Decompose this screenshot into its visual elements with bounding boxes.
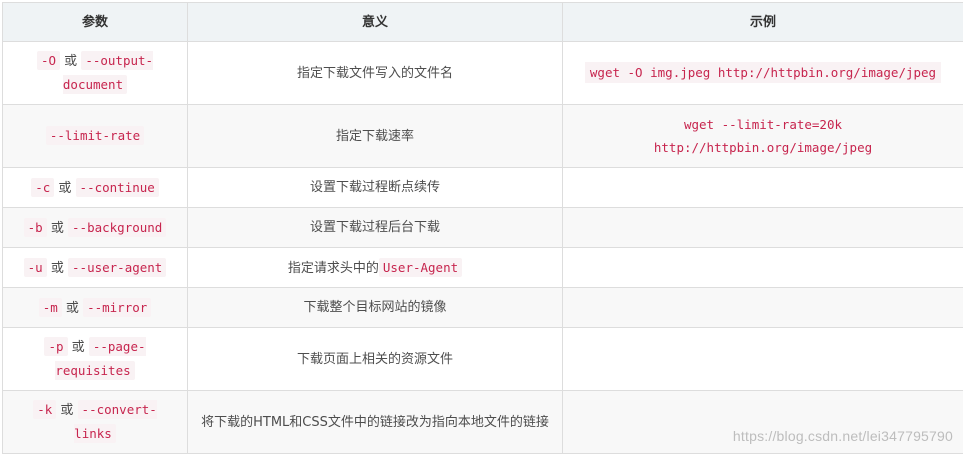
meaning-text: 将下载的HTML和CSS文件中的链接改为指向本地文件的链接 — [201, 411, 549, 434]
example-cell: wget -O img.jpeg http://httpbin.org/imag… — [563, 42, 963, 105]
example-cell — [563, 288, 963, 328]
param-joiner: 或 — [66, 301, 79, 316]
header-param: 参数 — [3, 3, 188, 42]
meaning-code: User-Agent — [379, 258, 462, 277]
param-cell: -k 或 --convert-links — [3, 391, 188, 454]
table-row: -m 或 --mirror 下载整个目标网站的镜像 — [3, 288, 963, 328]
example-cell — [563, 168, 963, 208]
meaning-cell: 下载整个目标网站的镜像 — [188, 288, 563, 328]
table-row: --limit-rate 指定下载速率 wget --limit-rate=20… — [3, 105, 963, 168]
meaning-cell: 设置下载过程后台下载 — [188, 208, 563, 248]
param-joiner: 或 — [51, 221, 64, 236]
param-long: --mirror — [83, 298, 151, 317]
table-row: -O 或 --output-document 指定下载文件写入的文件名 wget… — [3, 42, 963, 105]
param-joiner: 或 — [51, 261, 64, 276]
meaning-cell: 指定下载速率 — [188, 105, 563, 168]
param-short: -O — [37, 51, 60, 70]
param-short: -c — [31, 178, 54, 197]
param-cell: -m 或 --mirror — [3, 288, 188, 328]
param-cell: -c 或 --continue — [3, 168, 188, 208]
param-long: --background — [68, 218, 166, 237]
meaning-cell: 下载页面上相关的资源文件 — [188, 328, 563, 391]
wget-options-table: 参数 意义 示例 -O 或 --output-document 指定下载文件写入… — [2, 2, 963, 454]
param-cell: --limit-rate — [3, 105, 188, 168]
param-long: --user-agent — [68, 258, 166, 277]
example-code: wget --limit-rate=20k http://httpbin.org… — [643, 113, 883, 159]
param-short: -b — [24, 218, 47, 237]
param-long: --continue — [76, 178, 159, 197]
example-cell — [563, 328, 963, 391]
table-row: -k 或 --convert-links 将下载的HTML和CSS文件中的链接改… — [3, 391, 963, 454]
example-cell — [563, 208, 963, 248]
meaning-cell: 指定请求头中的User-Agent — [188, 248, 563, 288]
table-row: -p 或 --page-requisites 下载页面上相关的资源文件 — [3, 328, 963, 391]
table-row: -c 或 --continue 设置下载过程断点续传 — [3, 168, 963, 208]
param-cell: -u 或 --user-agent — [3, 248, 188, 288]
header-row: 参数 意义 示例 — [3, 3, 963, 42]
meaning-cell: 设置下载过程断点续传 — [188, 168, 563, 208]
param-cell: -p 或 --page-requisites — [3, 328, 188, 391]
param-long: --output-document — [63, 51, 153, 94]
meaning-cell: 指定下载文件写入的文件名 — [188, 42, 563, 105]
header-meaning: 意义 — [188, 3, 563, 42]
param-cell: -O 或 --output-document — [3, 42, 188, 105]
example-cell — [563, 391, 963, 454]
table-row: -u 或 --user-agent 指定请求头中的User-Agent — [3, 248, 963, 288]
param-joiner: 或 — [72, 340, 85, 355]
param-joiner: 或 — [60, 403, 73, 418]
param-short: -m — [39, 298, 62, 317]
watermark: https://blog.csdn.net/lei347795790 — [733, 428, 953, 444]
example-cell — [563, 248, 963, 288]
param-short: -p — [44, 337, 67, 356]
param-long: --limit-rate — [46, 126, 144, 145]
table-row: -b 或 --background 设置下载过程后台下载 — [3, 208, 963, 248]
example-code: wget -O img.jpeg http://httpbin.org/imag… — [585, 62, 941, 83]
param-joiner: 或 — [58, 181, 71, 196]
param-short: -u — [24, 258, 47, 277]
meaning-cell: 将下载的HTML和CSS文件中的链接改为指向本地文件的链接 — [188, 391, 563, 454]
meaning-text: 指定请求头中的 — [288, 261, 379, 276]
header-example: 示例 — [563, 3, 963, 42]
param-joiner: 或 — [64, 54, 77, 69]
param-cell: -b 或 --background — [3, 208, 188, 248]
param-long: --page-requisites — [55, 337, 145, 380]
param-long: --convert-links — [74, 400, 157, 443]
param-short: -k — [33, 400, 56, 419]
example-cell: wget --limit-rate=20k http://httpbin.org… — [563, 105, 963, 168]
